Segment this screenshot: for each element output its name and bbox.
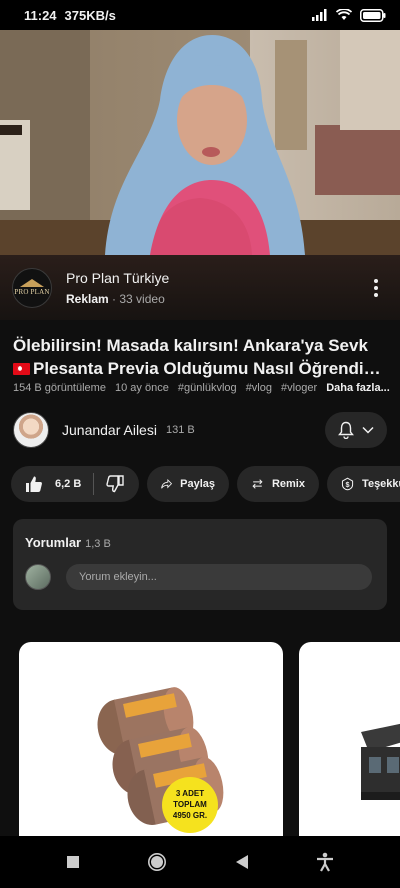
video-player[interactable] (0, 30, 400, 255)
remix-icon (252, 479, 263, 489)
thanks-label: Teşekkürler (362, 478, 400, 490)
status-bar: 11:24 375KB/s (0, 0, 400, 30)
title-line-2: Plesanta Previa Olduğumu Nasıl Öğrendim?… (33, 359, 393, 378)
home-icon[interactable] (147, 852, 167, 872)
logo-text: PRO PLAN (14, 288, 50, 296)
product-image (361, 723, 400, 800)
video-frame (0, 30, 400, 255)
product-card[interactable]: 3 ADET TOPLAM 4950 GR. (19, 642, 283, 836)
remix-button[interactable]: Remix (237, 466, 319, 502)
ad-channel-name[interactable]: Pro Plan Türkiye (66, 270, 169, 286)
comments-header: Yorumlar 1,3 B (25, 535, 375, 550)
ad-meta: Reklam · 33 video (66, 292, 169, 306)
channel-name[interactable]: Junandar Ailesi (62, 422, 157, 438)
status-icons (312, 8, 386, 22)
thanks-button[interactable]: $ Teşekkürler (327, 466, 400, 502)
view-count: 154 B görüntüleme (13, 382, 106, 394)
badge-line: 3 ADET (175, 789, 205, 798)
remix-label: Remix (271, 478, 305, 490)
action-bar: 6,2 B Paylaş Remix $ Teşekkürler (11, 466, 400, 502)
accessibility-icon[interactable] (316, 852, 334, 872)
notification-bell-button[interactable] (325, 412, 387, 448)
channel-avatar[interactable] (13, 412, 49, 448)
show-more-link[interactable]: Daha fazla... (326, 382, 390, 394)
user-avatar (25, 564, 51, 590)
ad-channel-row[interactable]: PRO PLAN Pro Plan Türkiye Reklam · 33 vi… (0, 255, 400, 320)
network-speed: 375KB/s (64, 7, 116, 23)
upload-age: 10 ay önce (115, 382, 169, 394)
bell-icon (338, 421, 354, 439)
dislike-icon[interactable] (106, 475, 124, 493)
channel-row[interactable]: Junandar Ailesi 131 B (13, 412, 387, 448)
logo-roof-icon (20, 279, 44, 287)
ad-label: Reklam (66, 291, 109, 306)
ad-info: Pro Plan Türkiye Reklam · 33 video (66, 270, 169, 306)
product-shelf: 3 ADET TOPLAM 4950 GR. (0, 642, 400, 836)
thanks-icon: $ (341, 477, 354, 491)
like-icon[interactable] (25, 475, 43, 493)
product-image (97, 687, 224, 833)
status-time: 11:24 (24, 7, 57, 23)
divider (93, 473, 95, 495)
title-line-2-wrap: Plesanta Previa Olduğumu Nasıl Öğrendim?… (13, 357, 393, 380)
video-title[interactable]: Ölebilirsin! Masada kalırsın! Ankara'ya … (13, 334, 393, 380)
badge-line: TOPLAM (173, 800, 207, 809)
comments-count: 1,3 B (85, 538, 111, 550)
comment-input-row: Yorum ekleyin... (25, 564, 375, 590)
hashtag[interactable]: #vlog (246, 382, 272, 394)
subscriber-count: 131 B (165, 424, 195, 436)
comment-input[interactable]: Yorum ekleyin... (66, 564, 372, 590)
pro-plan-logo[interactable]: PRO PLAN (12, 267, 52, 308)
hashtag[interactable]: #vloger (281, 382, 317, 394)
share-label: Paylaş (180, 478, 215, 490)
svg-text:$: $ (346, 480, 350, 489)
share-button[interactable]: Paylaş (147, 466, 229, 502)
back-icon[interactable] (235, 854, 249, 870)
badge-line: 4950 GR. (172, 811, 208, 820)
video-meta[interactable]: 154 B görüntüleme 10 ay önce #günlükvlog… (13, 382, 393, 394)
hashtag[interactable]: #günlükvlog (178, 382, 237, 394)
signal-icon (312, 9, 327, 21)
recents-icon[interactable] (66, 855, 80, 869)
chevron-down-icon (362, 426, 374, 434)
like-dislike-group: 6,2 B (11, 466, 139, 502)
comments-panel[interactable]: Yorumlar 1,3 B Yorum ekleyin... (13, 519, 387, 610)
product-badge: 3 ADET TOPLAM 4950 GR. (164, 788, 216, 821)
like-count[interactable]: 6,2 B (55, 478, 81, 490)
battery-icon (360, 8, 386, 22)
ad-video-count: · 33 video (112, 291, 165, 306)
share-icon (161, 478, 173, 489)
product-card[interactable] (299, 642, 400, 836)
system-nav-bar (0, 836, 400, 888)
more-options-icon[interactable] (364, 273, 388, 303)
title-line-1: Ölebilirsin! Masada kalırsın! Ankara'ya … (13, 336, 368, 355)
turkey-flag-icon (13, 363, 30, 375)
comments-title: Yorumlar (25, 535, 82, 550)
wifi-icon (336, 9, 352, 20)
